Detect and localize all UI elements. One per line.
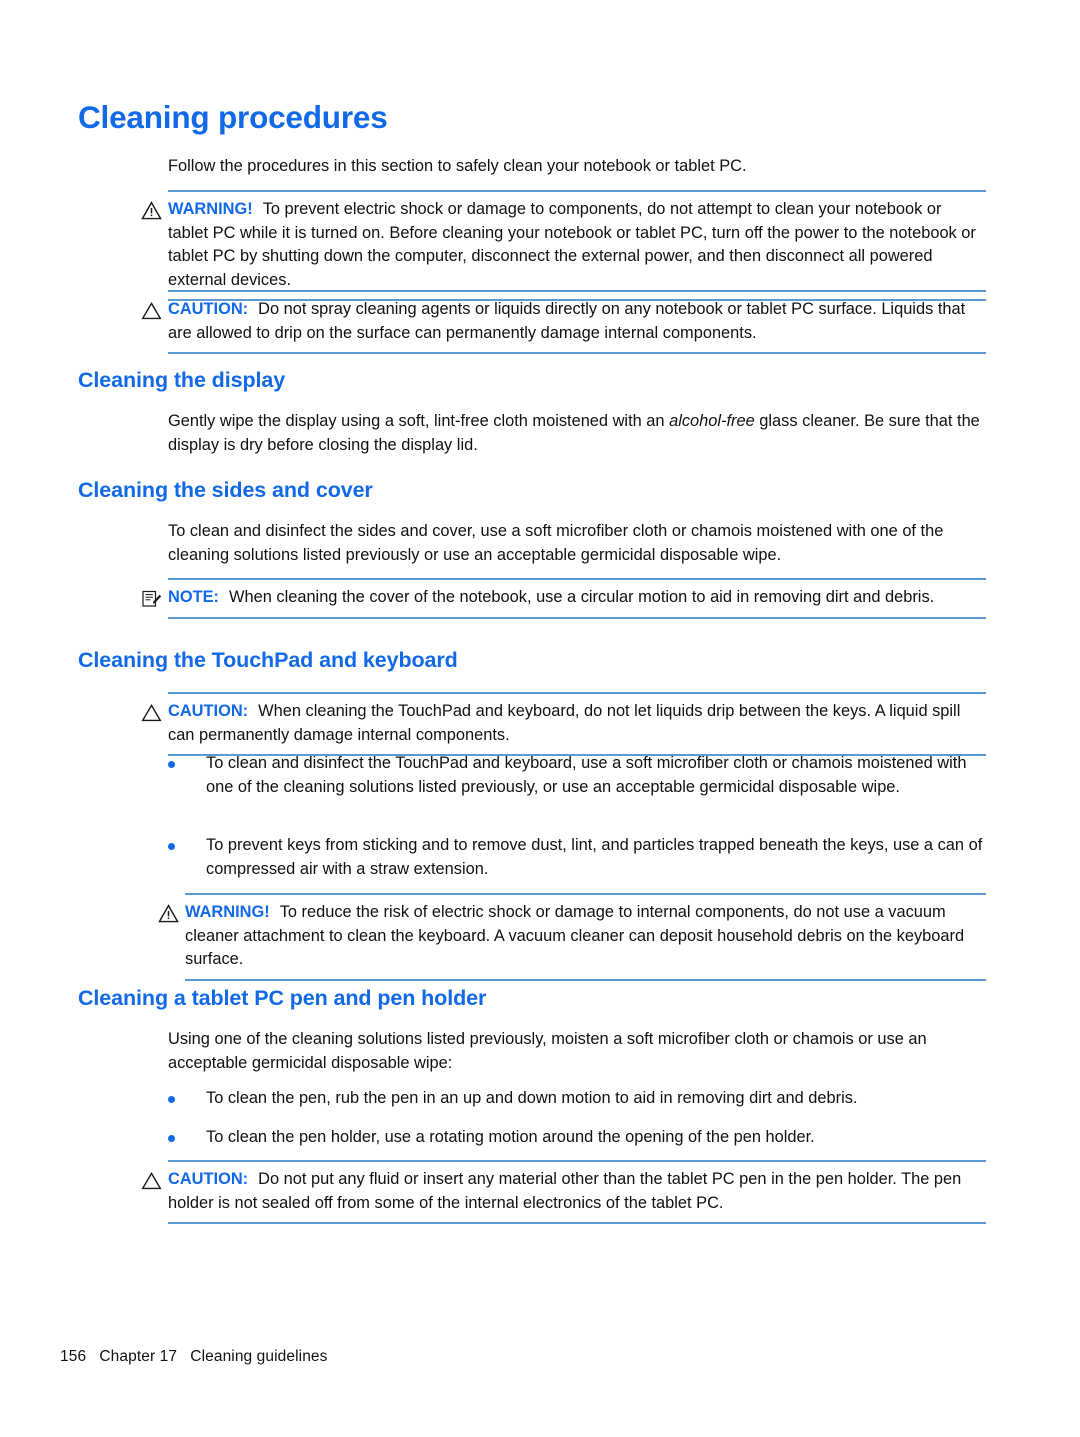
warning-label: WARNING! xyxy=(185,903,270,921)
note-pad-icon xyxy=(141,589,162,608)
page-title: Cleaning procedures xyxy=(78,99,388,135)
pen-paragraph: Using one of the cleaning solutions list… xyxy=(168,1030,927,1072)
warning-triangle-icon xyxy=(158,904,179,923)
caution-triangle-icon xyxy=(141,1171,162,1190)
caution-label: CAUTION: xyxy=(168,702,249,720)
warning-triangle-icon xyxy=(141,201,162,220)
list-item: To clean the pen, rub the pen in an up a… xyxy=(168,1087,990,1111)
display-paragraph-italic: alcohol-free xyxy=(669,412,755,430)
warning-vacuum-body: WARNING! To reduce the risk of electric s… xyxy=(185,901,986,972)
page-footer: 156 Chapter 17 Cleaning guidelines xyxy=(60,1348,328,1365)
caution-penholder-body: CAUTION: Do not put any fluid or insert a… xyxy=(168,1168,986,1215)
display-paragraph-lead: Gently wipe the display using a soft, li… xyxy=(168,412,670,430)
caution-spray-box: CAUTION: Do not spray cleaning agents or … xyxy=(141,290,986,354)
caution-text: Do not put any fluid or insert any mater… xyxy=(168,1170,962,1212)
heading-cleaning-the-sides-and-cover: Cleaning the sides and cover xyxy=(78,478,373,502)
caution-touchpad-body: CAUTION: When cleaning the TouchPad and k… xyxy=(168,700,986,747)
caution-text: Do not spray cleaning agents or liquids … xyxy=(168,300,966,342)
list-item-text: To prevent keys from sticking and to rem… xyxy=(206,836,983,878)
caution-label: CAUTION: xyxy=(168,300,249,318)
list-item-text: To clean and disinfect the TouchPad and … xyxy=(206,754,967,796)
warning-text: To reduce the risk of electric shock or … xyxy=(185,903,965,968)
caution-penholder-box: CAUTION: Do not put any fluid or insert a… xyxy=(141,1160,986,1224)
intro-paragraph: Follow the procedures in this section to… xyxy=(168,157,747,175)
bullet-dot-icon xyxy=(168,1135,175,1142)
warning-label: WARNING! xyxy=(168,200,253,218)
heading-cleaning-the-display: Cleaning the display xyxy=(78,368,286,392)
document-page: Cleaning procedures Follow the procedure… xyxy=(0,0,1080,1437)
display-paragraph: Gently wipe the display using a soft, li… xyxy=(168,410,990,457)
bullet-dot-icon xyxy=(168,761,175,768)
heading-cleaning-the-touchpad-and-keyboard: Cleaning the TouchPad and keyboard xyxy=(78,648,458,672)
bullet-dot-icon xyxy=(168,843,175,850)
list-item: To clean the pen holder, use a rotating … xyxy=(168,1126,990,1150)
caution-triangle-icon xyxy=(141,301,162,320)
caution-triangle-icon xyxy=(141,703,162,722)
bullet-dot-icon xyxy=(168,1096,175,1103)
sides-paragraph: To clean and disinfect the sides and cov… xyxy=(168,522,944,564)
list-item-text: To clean the pen, rub the pen in an up a… xyxy=(206,1089,858,1107)
list-item: To prevent keys from sticking and to rem… xyxy=(168,834,990,881)
warning-clean-box: WARNING! To prevent electric shock or dam… xyxy=(141,190,986,301)
list-item-text: To clean the pen holder, use a rotating … xyxy=(206,1128,815,1146)
list-item: To clean and disinfect the TouchPad and … xyxy=(168,752,990,799)
heading-cleaning-a-tablet-pc-pen-and-pen-holder: Cleaning a tablet PC pen and pen holder xyxy=(78,986,487,1010)
warning-text: To prevent electric shock or damage to c… xyxy=(168,200,976,289)
note-cover-body: NOTE: When cleaning the cover of the note… xyxy=(168,586,986,610)
warning-vacuum-box: WARNING! To reduce the risk of electric s… xyxy=(158,893,986,981)
note-text: When cleaning the cover of the notebook,… xyxy=(229,588,935,606)
caution-text: When cleaning the TouchPad and keyboard,… xyxy=(168,702,961,744)
note-label: NOTE: xyxy=(168,588,219,606)
caution-touchpad-box: CAUTION: When cleaning the TouchPad and k… xyxy=(141,692,986,756)
caution-spray-body: CAUTION: Do not spray cleaning agents or … xyxy=(168,298,986,345)
note-cover-box: NOTE: When cleaning the cover of the note… xyxy=(142,578,986,619)
warning-clean-body: WARNING! To prevent electric shock or dam… xyxy=(168,198,986,292)
caution-label: CAUTION: xyxy=(168,1170,249,1188)
